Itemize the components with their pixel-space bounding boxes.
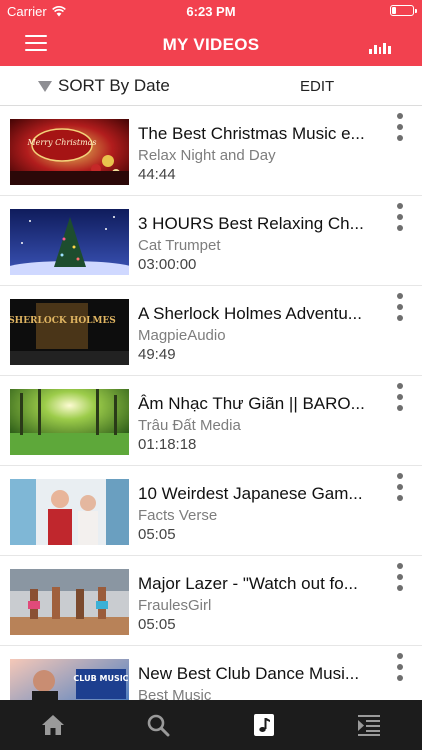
status-time: 6:23 PM (186, 4, 236, 19)
video-thumbnail (10, 389, 129, 455)
more-options-icon[interactable] (390, 473, 410, 503)
status-bar: Carrier 6:23 PM (0, 0, 422, 22)
home-icon (41, 715, 64, 735)
video-title: New Best Club Dance Musi... (138, 664, 360, 683)
video-title: A Sherlock Holmes Adventu... (138, 304, 362, 323)
more-options-icon[interactable] (390, 653, 410, 683)
video-thumbnail (10, 569, 129, 635)
playlist-icon (358, 715, 381, 736)
video-channel: Relax Night and Day (138, 147, 276, 164)
sort-toolbar: SORT By Date EDIT (0, 66, 422, 106)
sort-button[interactable]: SORT By Date (38, 76, 170, 96)
video-title: Âm Nhạc Thư Giãn || BARO... (138, 394, 365, 413)
video-channel: Facts Verse (138, 507, 218, 524)
caret-down-icon (38, 80, 52, 92)
more-options-icon[interactable] (390, 203, 410, 233)
video-duration: 49:49 (138, 346, 176, 363)
video-duration: 44:44 (138, 166, 176, 183)
video-thumbnail (10, 479, 129, 545)
sort-label: SORT By Date (58, 76, 170, 95)
equalizer-icon[interactable] (369, 40, 391, 54)
page-title: MY VIDEOS (162, 35, 260, 54)
video-channel: Cat Trumpet (138, 237, 221, 254)
video-duration: 01:18:18 (138, 436, 197, 453)
video-row[interactable]: Merry Christmas The Best Christmas Music… (0, 106, 422, 196)
more-options-icon[interactable] (390, 293, 410, 323)
video-row[interactable]: SHERLOCK HOLMES A Sherlock Holmes Advent… (0, 286, 422, 376)
tab-home[interactable] (0, 700, 106, 750)
tab-music[interactable] (211, 700, 317, 750)
music-note-icon (253, 714, 274, 736)
tab-playlist[interactable] (317, 700, 422, 750)
svg-text:Merry Christmas: Merry Christmas (26, 138, 96, 147)
tab-search[interactable] (106, 700, 212, 750)
video-thumbnail (10, 209, 129, 275)
battery-icon (390, 5, 417, 16)
more-options-icon[interactable] (390, 113, 410, 143)
video-channel: Trâu Đất Media (138, 417, 241, 434)
video-title: 10 Weirdest Japanese Gam... (138, 484, 363, 503)
tab-bar (0, 700, 422, 750)
edit-button[interactable]: EDIT (300, 78, 334, 95)
video-title: The Best Christmas Music e... (138, 124, 365, 143)
video-channel: MagpieAudio (138, 327, 226, 344)
svg-text:CLUB MUSIC: CLUB MUSIC (73, 674, 128, 683)
video-duration: 03:00:00 (138, 256, 197, 273)
more-options-icon[interactable] (390, 383, 410, 413)
more-options-icon[interactable] (390, 563, 410, 593)
video-row[interactable]: 10 Weirdest Japanese Gam... Facts Verse … (0, 466, 422, 556)
video-thumbnail: CLUB MUSIC (10, 659, 129, 700)
video-duration: 05:05 (138, 526, 176, 543)
video-row[interactable]: CLUB MUSIC New Best Club Dance Musi... B… (0, 646, 422, 700)
video-duration: 05:05 (138, 616, 176, 633)
video-thumbnail: Merry Christmas (10, 119, 129, 185)
video-list[interactable]: Merry Christmas The Best Christmas Music… (0, 106, 422, 700)
search-icon (147, 714, 170, 737)
video-row[interactable]: Âm Nhạc Thư Giãn || BARO... Trâu Đất Med… (0, 376, 422, 466)
video-channel: Best Music (138, 687, 212, 700)
video-title: 3 HOURS Best Relaxing Ch... (138, 214, 364, 233)
nav-bar: MY VIDEOS (0, 22, 422, 66)
svg-text:SHERLOCK HOLMES: SHERLOCK HOLMES (10, 316, 116, 326)
video-row[interactable]: 3 HOURS Best Relaxing Ch... Cat Trumpet … (0, 196, 422, 286)
video-row[interactable]: Major Lazer - "Watch out fo... FraulesGi… (0, 556, 422, 646)
video-channel: FraulesGirl (138, 597, 212, 614)
video-title: Major Lazer - "Watch out fo... (138, 574, 358, 593)
video-thumbnail: SHERLOCK HOLMES (10, 299, 129, 365)
